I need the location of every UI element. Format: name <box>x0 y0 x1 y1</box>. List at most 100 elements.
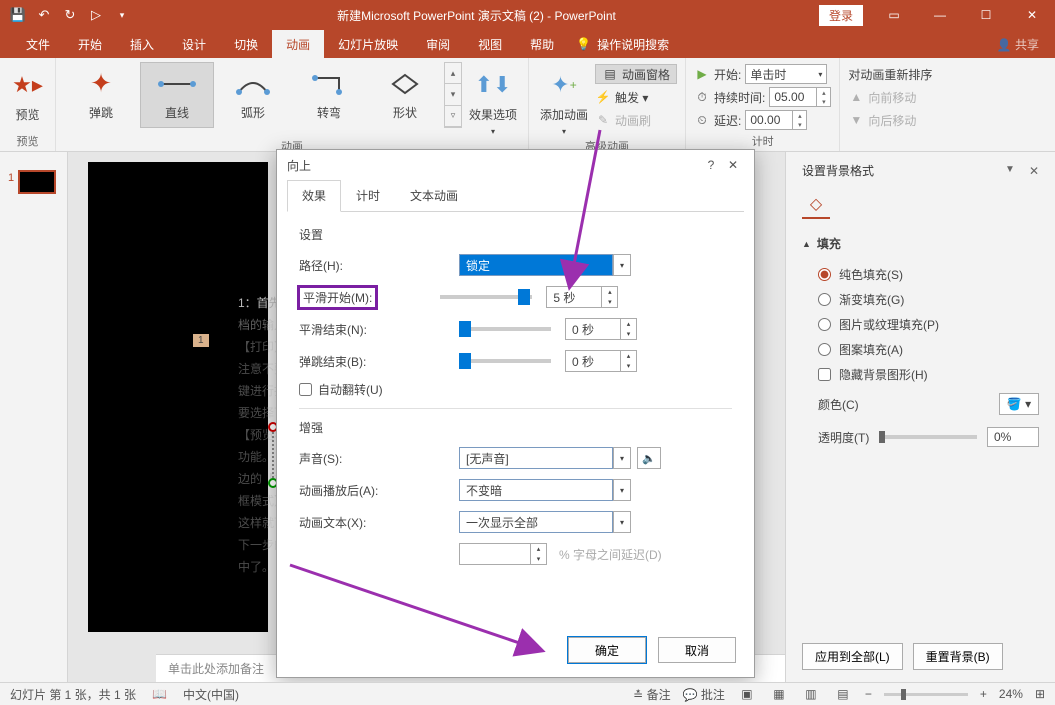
tab-file[interactable]: 文件 <box>12 30 64 58</box>
pane-close-icon[interactable]: ✕ <box>1029 164 1039 178</box>
bounce-end-value[interactable]: 0 秒 <box>565 350 621 372</box>
tab-view[interactable]: 视图 <box>464 30 516 58</box>
auto-reverse-check[interactable]: 自动翻转(U) <box>299 381 732 398</box>
reading-view-icon[interactable]: ▥ <box>801 686 821 702</box>
start-slideshow-icon[interactable]: ▷ <box>84 3 108 27</box>
apply-all-button[interactable]: 应用到全部(L) <box>802 643 903 670</box>
smooth-end-label: 平滑结束(N): <box>299 321 459 338</box>
add-animation-button[interactable]: ✦+添加动画▾ <box>537 62 591 136</box>
fit-window-icon[interactable]: ⊞ <box>1035 687 1045 701</box>
smooth-start-value[interactable]: 5 秒 <box>546 286 602 308</box>
close-icon[interactable]: ✕ <box>1009 0 1055 30</box>
spellcheck-icon[interactable]: 📖 <box>152 687 167 701</box>
tab-review[interactable]: 审阅 <box>412 30 464 58</box>
delay-spin[interactable]: 00.00▴▾ <box>745 110 807 130</box>
bounce-end-slider[interactable] <box>459 359 551 363</box>
after-anim-label: 动画播放后(A): <box>299 482 459 499</box>
tab-home[interactable]: 开始 <box>64 30 116 58</box>
undo-icon[interactable]: ↶ <box>32 3 56 27</box>
normal-view-icon[interactable]: ▣ <box>737 686 757 702</box>
smooth-end-value[interactable]: 0 秒 <box>565 318 621 340</box>
sound-volume-icon[interactable]: 🔈 <box>637 447 661 469</box>
anim-text-combo[interactable]: 一次显示全部 <box>459 511 613 533</box>
animation-pane-button[interactable]: ▤动画窗格 <box>595 64 677 84</box>
dialog-help-icon[interactable]: ? <box>700 158 722 172</box>
sound-label: 声音(S): <box>299 450 459 467</box>
group-label-preview: 预览 <box>8 131 47 149</box>
ribbon-options-icon[interactable]: ▭ <box>871 0 917 30</box>
dtab-text-anim[interactable]: 文本动画 <box>395 180 473 211</box>
zoom-in-icon[interactable]: + <box>980 687 987 701</box>
minimize-icon[interactable]: — <box>917 0 963 30</box>
comments-toggle[interactable]: 💬 批注 <box>683 686 725 703</box>
animation-tag[interactable]: 1 <box>193 334 209 347</box>
zoom-out-icon[interactable]: − <box>865 687 872 701</box>
smooth-end-spin[interactable]: ▴▾ <box>621 318 637 340</box>
tab-slideshow[interactable]: 幻灯片放映 <box>324 30 412 58</box>
zoom-value[interactable]: 24% <box>999 687 1023 701</box>
save-icon[interactable]: 💾 <box>6 3 30 27</box>
language-indicator[interactable]: 中文(中国) <box>183 686 239 703</box>
slide-thumbnail-pane[interactable]: 1 <box>0 152 68 682</box>
sorter-view-icon[interactable]: ▦ <box>769 686 789 702</box>
tab-help[interactable]: 帮助 <box>516 30 568 58</box>
color-label: 颜色(C) <box>818 396 859 413</box>
gallery-scroll[interactable]: ▴▾▿ <box>444 62 462 128</box>
radio-solid-fill[interactable]: 纯色填充(S) <box>802 262 1039 287</box>
start-combo[interactable]: 单击时▾ <box>745 64 827 84</box>
settings-section-title: 设置 <box>299 226 732 243</box>
after-anim-combo[interactable]: 不变暗 <box>459 479 613 501</box>
tab-insert[interactable]: 插入 <box>116 30 168 58</box>
zoom-slider[interactable] <box>884 693 968 696</box>
format-background-pane: 设置背景格式 ▼ ✕ ◇ ▲填充 纯色填充(S) 渐变填充(G) 图片或纹理填充(… <box>785 152 1055 682</box>
maximize-icon[interactable]: ☐ <box>963 0 1009 30</box>
trigger-button[interactable]: ⚡触发 ▾ <box>595 87 677 107</box>
dialog-close-icon[interactable]: ✕ <box>722 158 744 172</box>
dtab-timing[interactable]: 计时 <box>341 180 395 211</box>
animation-gallery[interactable]: ✦弹跳 直线 弧形 转弯 形状 ▴▾▿ <box>64 62 462 128</box>
transparency-slider[interactable] <box>879 435 977 439</box>
animation-painter-button: ✎动画刷 <box>595 110 677 130</box>
qat-more-icon[interactable]: ▾ <box>110 3 134 27</box>
hide-bg-graphics-check[interactable]: 隐藏背景图形(H) <box>802 362 1039 387</box>
tab-design[interactable]: 设计 <box>168 30 220 58</box>
duration-spin[interactable]: 05.00▴▾ <box>769 87 831 107</box>
effect-options-button[interactable]: ⬆⬇效果选项▾ <box>466 62 520 136</box>
tab-animations[interactable]: 动画 <box>272 30 324 58</box>
path-combo-arrow[interactable]: ▾ <box>613 254 631 276</box>
radio-picture-fill[interactable]: 图片或纹理填充(P) <box>802 312 1039 337</box>
radio-gradient-fill[interactable]: 渐变填充(G) <box>802 287 1039 312</box>
preview-button[interactable]: ★▸预览 <box>8 62 47 123</box>
redo-icon[interactable]: ↻ <box>58 3 82 27</box>
pane-title: 设置背景格式 <box>802 162 874 179</box>
smooth-start-slider[interactable] <box>440 295 532 299</box>
pane-dropdown-icon[interactable]: ▼ <box>1005 164 1015 178</box>
effect-options-dialog: 向上 ? ✕ 效果 计时 文本动画 设置 路径(H): 锁定 ▾ 平滑开始(M)… <box>276 149 755 678</box>
fill-section-toggle[interactable]: ▲填充 <box>802 235 1039 252</box>
share-button[interactable]: 👤 共享 <box>997 36 1039 53</box>
delay-label: 延迟: <box>714 112 741 129</box>
smooth-start-spin[interactable]: ▴▾ <box>602 286 618 308</box>
color-picker[interactable]: 🪣 ▾ <box>999 393 1039 415</box>
dtab-effect[interactable]: 效果 <box>287 180 341 212</box>
ok-button[interactable]: 确定 <box>568 637 646 663</box>
radio-pattern-fill[interactable]: 图案填充(A) <box>802 337 1039 362</box>
sound-combo[interactable]: [无声音] <box>459 447 613 469</box>
anim-text-label: 动画文本(X): <box>299 514 459 531</box>
login-button[interactable]: 登录 <box>819 5 863 26</box>
slide-thumbnail[interactable]: 1 <box>8 172 59 192</box>
dialog-title: 向上 <box>287 157 700 174</box>
letter-delay-spin <box>459 543 531 565</box>
cancel-button[interactable]: 取消 <box>658 637 736 663</box>
bounce-end-spin[interactable]: ▴▾ <box>621 350 637 372</box>
slideshow-view-icon[interactable]: ▤ <box>833 686 853 702</box>
fill-category-icon[interactable]: ◇ <box>802 191 830 219</box>
notes-toggle[interactable]: ≛ 备注 <box>633 686 670 703</box>
tell-me-search[interactable]: 💡 操作说明搜索 <box>576 36 669 53</box>
path-combo[interactable]: 锁定 <box>459 254 613 276</box>
transparency-value[interactable]: 0% <box>987 427 1039 447</box>
reset-bg-button[interactable]: 重置背景(B) <box>913 643 1003 670</box>
smooth-end-slider[interactable] <box>459 327 551 331</box>
slide-indicator[interactable]: 幻灯片 第 1 张，共 1 张 <box>10 686 136 703</box>
tab-transitions[interactable]: 切换 <box>220 30 272 58</box>
